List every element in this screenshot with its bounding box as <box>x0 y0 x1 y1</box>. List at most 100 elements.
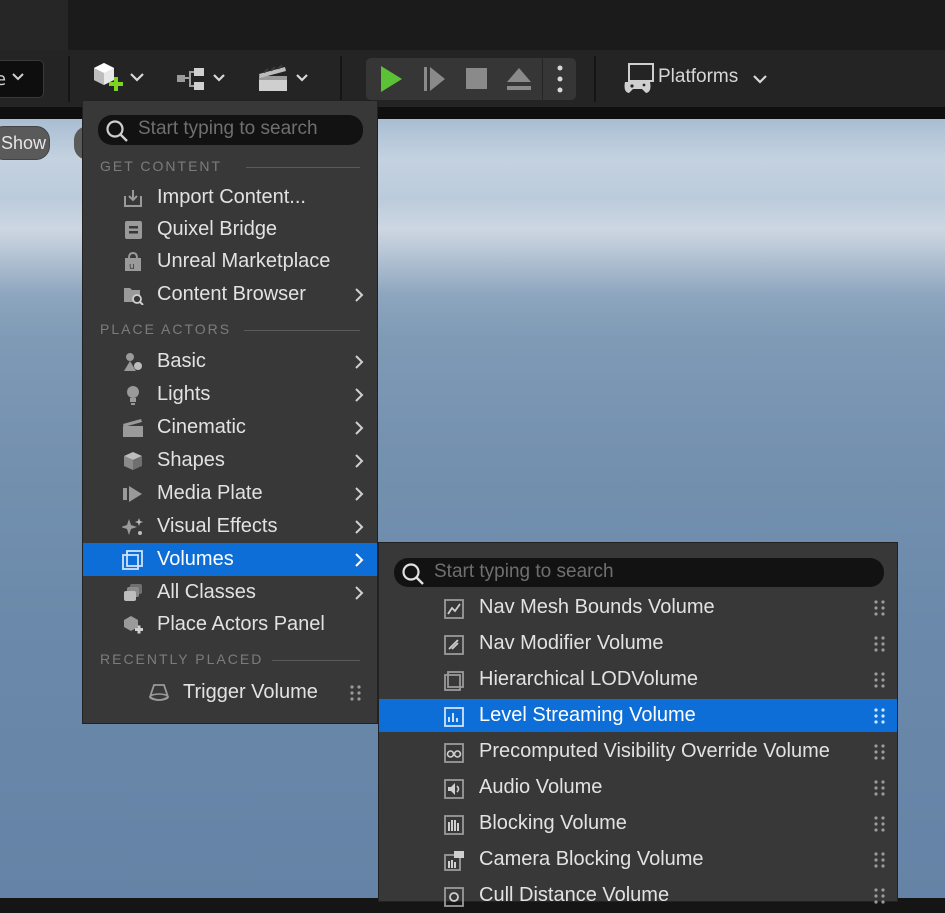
platforms-icon <box>624 63 654 93</box>
mode-dropdown-text: e <box>0 69 7 90</box>
recent-item-label: Trigger Volume <box>183 681 318 703</box>
search-placeholder: Start typing to search <box>138 118 318 139</box>
place-actor-icon <box>124 616 143 634</box>
audio-volume-icon <box>444 779 464 799</box>
cube-icon <box>124 452 142 470</box>
drag-handle-icon[interactable] <box>873 815 887 833</box>
platforms-button[interactable]: Platforms <box>620 58 775 100</box>
chevron-down-icon <box>12 73 24 81</box>
mode-dropdown[interactable]: e <box>0 60 44 98</box>
blueprint-icon <box>177 68 225 90</box>
stop-icon <box>466 68 487 89</box>
menu-item-volumes[interactable]: Volumes <box>83 543 377 576</box>
clapper-icon <box>123 419 143 437</box>
play-group-divider <box>542 58 543 100</box>
chevron-right-icon <box>355 553 364 567</box>
volume-item-label: Nav Modifier Volume <box>479 632 664 654</box>
toolbar-separator <box>594 56 596 102</box>
menu-item-import-content[interactable]: Import Content... <box>83 181 377 214</box>
drag-handle-icon[interactable] <box>349 684 363 702</box>
blueprints-button[interactable] <box>174 58 230 100</box>
volume-item-level-streaming[interactable]: Level Streaming Volume <box>379 699 897 732</box>
play-icon <box>381 66 402 92</box>
menu-item-label: Media Plate <box>157 482 263 504</box>
cinematics-button[interactable] <box>256 58 316 100</box>
menu-item-visual-effects[interactable]: Visual Effects <box>83 510 377 543</box>
bulb-icon <box>127 386 139 405</box>
chevron-right-icon <box>355 355 364 369</box>
volume-item-label: Audio Volume <box>479 776 603 798</box>
camera-blocking-icon <box>444 851 464 871</box>
platforms-label: Platforms <box>658 66 739 87</box>
menu-item-label: Lights <box>157 383 211 405</box>
add-actor-button[interactable] <box>88 58 150 100</box>
menu-item-place-actors-panel[interactable]: Place Actors Panel <box>83 608 377 641</box>
drag-handle-icon[interactable] <box>873 779 887 797</box>
svg-text:u: u <box>129 262 135 272</box>
editor-tab[interactable] <box>0 0 68 50</box>
drag-handle-icon[interactable] <box>873 707 887 725</box>
menu-item-label: Basic <box>157 350 206 372</box>
kebab-menu-icon <box>557 65 563 93</box>
advance-frame-button[interactable] <box>414 58 454 100</box>
volume-item-cull-distance[interactable]: Cull Distance Volume <box>379 879 897 913</box>
menu-item-cinematic[interactable]: Cinematic <box>83 411 377 444</box>
drag-handle-icon[interactable] <box>873 743 887 761</box>
drag-handle-icon[interactable] <box>873 887 887 905</box>
chevron-down-icon <box>753 75 767 84</box>
drag-handle-icon[interactable] <box>873 851 887 869</box>
section-label: PLACE ACTORS <box>100 321 232 337</box>
menu-search-box[interactable]: Start typing to search <box>98 115 363 145</box>
menu-item-lights[interactable]: Lights <box>83 378 377 411</box>
basic-actors-icon <box>124 353 142 371</box>
toolbar-separator <box>340 56 342 102</box>
drag-handle-icon[interactable] <box>873 599 887 617</box>
menu-item-label: Cinematic <box>157 416 246 438</box>
volume-item-label: Blocking Volume <box>479 812 627 834</box>
menu-item-media-plate[interactable]: Media Plate <box>83 477 377 510</box>
chevron-right-icon <box>355 454 364 468</box>
tab-bar <box>0 0 945 50</box>
level-streaming-icon <box>444 707 464 727</box>
volume-item-nav-modifier[interactable]: Nav Modifier Volume <box>379 627 897 661</box>
media-plate-icon <box>123 486 142 502</box>
volume-item-audio[interactable]: Audio Volume <box>379 771 897 805</box>
drag-handle-icon[interactable] <box>873 671 887 689</box>
menu-item-quixel-bridge[interactable]: Quixel Bridge <box>83 213 377 246</box>
section-place-actors: PLACE ACTORS <box>100 321 360 337</box>
section-recently-placed: RECENTLY PLACED <box>100 651 360 667</box>
play-button[interactable] <box>366 58 412 100</box>
submenu-search-box[interactable]: Start typing to search <box>394 558 884 587</box>
classes-icon <box>124 584 142 601</box>
menu-item-basic[interactable]: Basic <box>83 345 377 378</box>
show-button[interactable]: Show <box>0 126 50 160</box>
menu-item-label: Quixel Bridge <box>157 218 278 240</box>
section-divider <box>246 167 360 168</box>
menu-item-label: Volumes <box>157 548 234 570</box>
search-icon <box>402 563 424 585</box>
play-options-button[interactable] <box>544 58 576 100</box>
menu-item-label: Import Content... <box>157 186 306 208</box>
menu-item-content-browser[interactable]: Content Browser <box>83 278 377 311</box>
clapper-icon <box>259 64 308 91</box>
section-divider <box>244 330 360 331</box>
volume-item-hierarchical-lod[interactable]: Hierarchical LODVolume <box>379 663 897 697</box>
quick-add-menu: Start typing to search GET CONTENT Impor… <box>82 100 378 724</box>
volume-item-precomputed-visibility-override[interactable]: Precomputed Visibility Override Volume <box>379 735 897 769</box>
volume-item-nav-mesh-bounds[interactable]: Nav Mesh Bounds Volume <box>379 591 897 625</box>
show-button-label: Show <box>1 133 47 153</box>
marketplace-icon: u <box>125 252 141 272</box>
menu-item-shapes[interactable]: Shapes <box>83 444 377 477</box>
toolbar-separator <box>68 56 70 102</box>
volume-icon <box>122 550 143 570</box>
menu-item-label: Place Actors Panel <box>157 613 325 635</box>
volume-item-blocking[interactable]: Blocking Volume <box>379 807 897 841</box>
menu-item-all-classes[interactable]: All Classes <box>83 576 377 609</box>
drag-handle-icon[interactable] <box>873 635 887 653</box>
eject-button[interactable] <box>498 58 542 100</box>
stop-button[interactable] <box>456 58 496 100</box>
menu-item-unreal-marketplace[interactable]: u Unreal Marketplace <box>83 245 377 278</box>
volume-item-label: Precomputed Visibility Override Volume <box>479 740 830 762</box>
recent-item-trigger-volume[interactable]: Trigger Volume <box>83 676 377 709</box>
volume-item-camera-blocking[interactable]: Camera Blocking Volume <box>379 843 897 877</box>
